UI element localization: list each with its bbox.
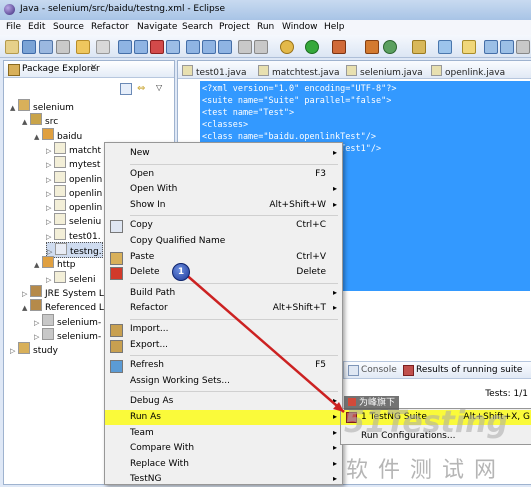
watermark-latin: 51Testing [344,405,509,440]
arrow-line [182,271,345,413]
watermark-chinese: 软件测试网 [346,458,507,483]
step-badge: 1 [172,263,190,281]
watermark: 51Testing 软件测试网 [340,405,531,483]
